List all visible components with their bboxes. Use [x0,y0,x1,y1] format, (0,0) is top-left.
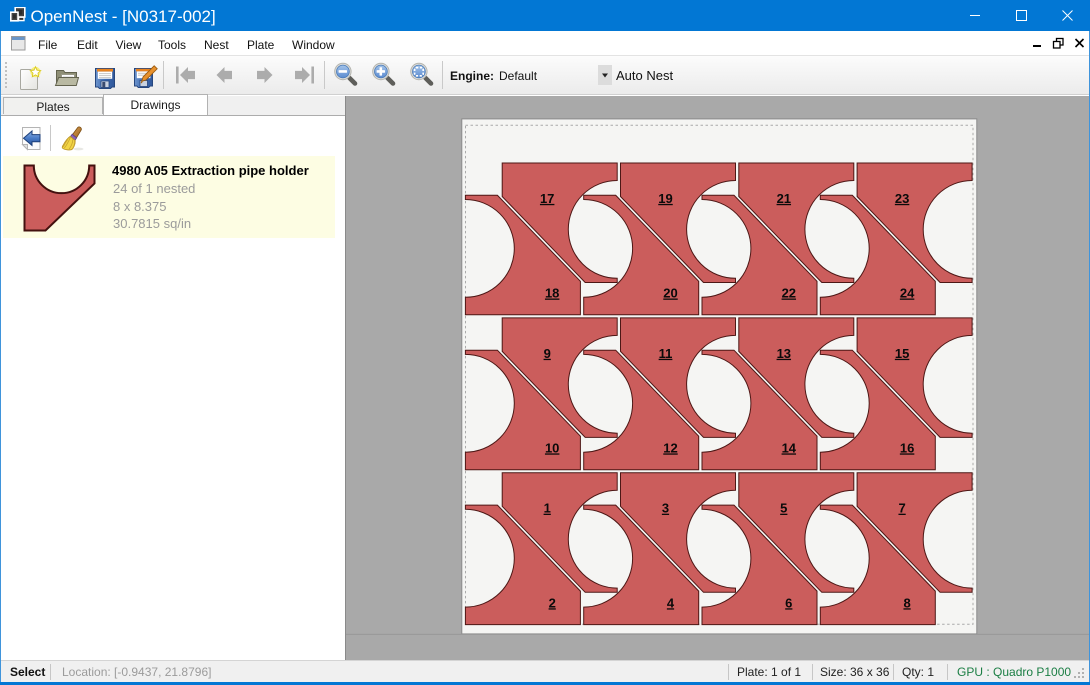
svg-text:13: 13 [777,346,791,361]
svg-text:8: 8 [903,595,910,610]
svg-text:17: 17 [540,191,554,206]
svg-text:14: 14 [782,440,797,455]
svg-text:19: 19 [658,191,672,206]
svg-text:10: 10 [545,440,559,455]
svg-text:18: 18 [545,286,559,301]
svg-text:4: 4 [667,595,675,610]
svg-text:21: 21 [777,191,791,206]
svg-text:20: 20 [663,286,677,301]
svg-text:15: 15 [895,346,909,361]
svg-text:11: 11 [659,346,673,361]
svg-text:2: 2 [549,595,556,610]
svg-text:16: 16 [900,440,914,455]
svg-text:1: 1 [544,501,551,516]
svg-text:22: 22 [782,286,796,301]
svg-text:9: 9 [544,346,551,361]
svg-text:5: 5 [780,501,787,516]
svg-text:24: 24 [900,286,915,301]
svg-text:12: 12 [663,440,677,455]
svg-text:7: 7 [898,501,905,516]
svg-text:6: 6 [785,595,792,610]
svg-text:3: 3 [662,501,669,516]
svg-text:23: 23 [895,191,909,206]
